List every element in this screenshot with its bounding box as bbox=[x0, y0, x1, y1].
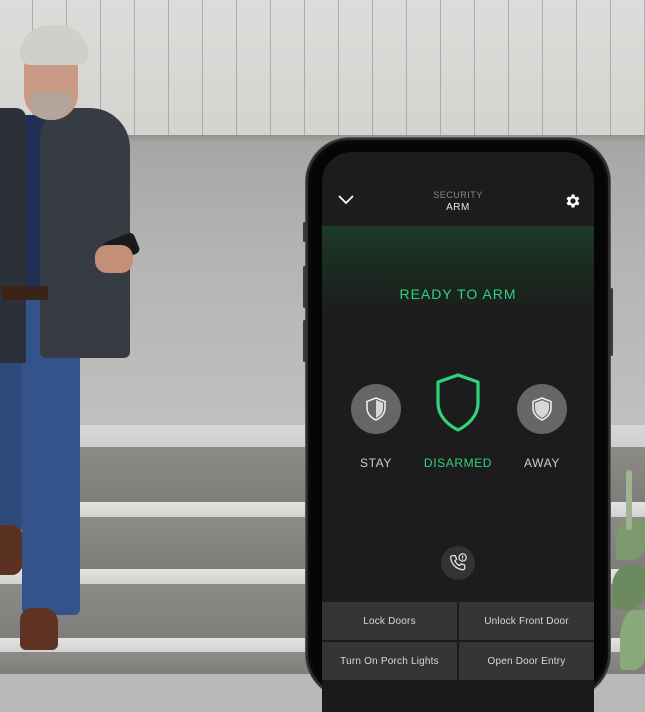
turn-on-porch-lights-button[interactable]: Turn On Porch Lights bbox=[322, 642, 457, 680]
plant-photo bbox=[612, 470, 645, 674]
header-subtitle: SECURITY bbox=[433, 190, 483, 200]
mode-stay-button[interactable]: STAY bbox=[350, 384, 402, 470]
man-walking-photo bbox=[0, 0, 150, 674]
arm-status-text: READY TO ARM bbox=[399, 286, 517, 302]
phone-alert-icon bbox=[450, 553, 467, 571]
mode-stay-circle bbox=[351, 384, 401, 434]
page-title: ARM bbox=[446, 202, 470, 213]
phone-side-button bbox=[303, 222, 306, 242]
lock-doors-button[interactable]: Lock Doors bbox=[322, 602, 457, 640]
mode-away-button[interactable]: AWAY bbox=[516, 384, 568, 470]
mode-away-label: AWAY bbox=[524, 456, 560, 470]
shield-outline-icon bbox=[436, 373, 480, 432]
quick-actions-grid: Lock Doors Unlock Front Door Turn On Por… bbox=[322, 602, 594, 712]
mode-disarmed-label: DISARMED bbox=[423, 456, 493, 470]
gear-icon[interactable] bbox=[564, 192, 582, 210]
shield-half-icon bbox=[366, 397, 386, 421]
header-titles: SECURITY ARM bbox=[322, 190, 594, 214]
shield-filled-icon bbox=[532, 397, 552, 421]
mode-away-circle bbox=[517, 384, 567, 434]
emergency-call-button[interactable] bbox=[441, 546, 475, 580]
unlock-front-door-button[interactable]: Unlock Front Door bbox=[459, 602, 594, 640]
mode-disarmed-button[interactable]: DISARMED bbox=[418, 372, 498, 470]
app-header: SECURITY ARM bbox=[322, 152, 594, 226]
open-door-entry-button[interactable]: Open Door Entry bbox=[459, 642, 594, 680]
mode-stay-label: STAY bbox=[360, 456, 392, 470]
phone-power-button bbox=[610, 288, 613, 356]
app-screen: SECURITY ARM READY TO ARM STAY DISARMED … bbox=[322, 152, 594, 712]
mode-disarmed-circle bbox=[418, 372, 498, 434]
phone-volume-up-button bbox=[303, 266, 306, 308]
phone-volume-down-button bbox=[303, 320, 306, 362]
smartphone: SECURITY ARM READY TO ARM STAY DISARMED … bbox=[303, 138, 613, 712]
